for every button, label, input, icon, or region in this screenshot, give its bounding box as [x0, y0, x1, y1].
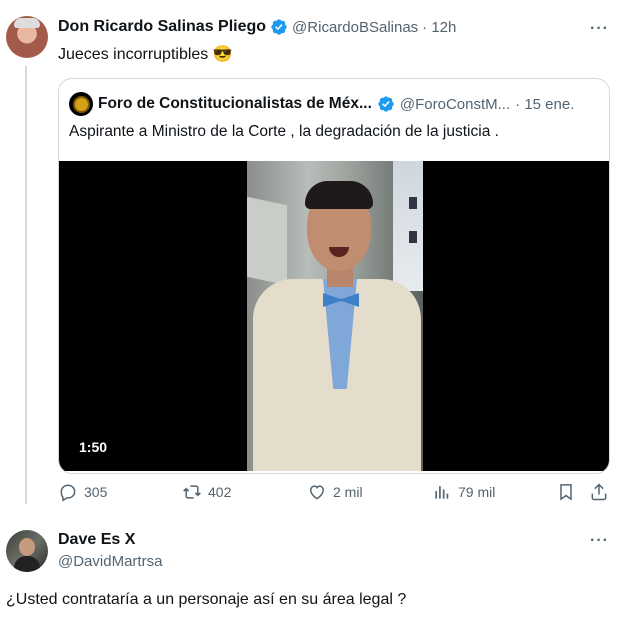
analytics-icon — [435, 486, 449, 499]
views-count: 79 mil — [458, 484, 496, 500]
retweet-count: 402 — [208, 484, 232, 500]
quoted-tweet-text: Aspirante a Ministro de la Corte , la de… — [69, 123, 499, 140]
tweet-text: Jueces incorruptibles 😎 — [58, 46, 233, 63]
reply-icon — [60, 484, 76, 502]
thread-connector-line — [25, 66, 27, 504]
quoted-author-handle: @ForoConstM... — [399, 95, 511, 113]
tweet-author-handle[interactable]: @RicardoBSalinas — [292, 19, 418, 36]
like-button[interactable]: 2 mil — [307, 482, 363, 502]
reply-more-icon[interactable]: ··· — [590, 532, 609, 550]
tweet-time[interactable]: · 12h — [422, 19, 456, 36]
retweet-button[interactable]: 402 — [182, 482, 231, 502]
heart-icon — [309, 485, 325, 500]
quoted-author-name: Foro de Constitucionalistas de Méx... — [98, 95, 372, 112]
quoted-tweet-card[interactable]: Foro de Constitucionalistas de Méx... @F… — [58, 78, 610, 474]
reply-text: ¿Usted contrataría a un personaje así en… — [6, 591, 407, 608]
quoted-verified-badge-icon — [378, 96, 394, 112]
avatar-dave[interactable] — [6, 530, 48, 572]
reply-author-handle[interactable]: @DavidMartrsa — [58, 553, 162, 570]
video-frame-image — [247, 161, 423, 471]
share-icon — [591, 483, 607, 501]
bookmark-button[interactable] — [556, 482, 576, 502]
like-count: 2 mil — [333, 484, 363, 500]
tweet-author-name[interactable]: Don Ricardo Salinas Pliego — [58, 18, 266, 36]
video-player[interactable]: 1:50 — [59, 161, 609, 471]
quoted-time: · 15 ene. — [515, 95, 575, 113]
reply-count: 305 — [84, 484, 108, 500]
retweet-icon — [183, 485, 201, 499]
tweet-more-icon[interactable]: ··· — [590, 20, 609, 38]
video-duration: 1:50 — [79, 439, 108, 455]
reply-button[interactable]: 305 — [58, 482, 107, 502]
verified-badge-icon — [271, 19, 287, 35]
bookmark-icon — [560, 484, 572, 501]
avatar-foro — [69, 92, 93, 116]
views-button[interactable]: 79 mil — [432, 482, 495, 502]
share-button[interactable] — [589, 482, 609, 502]
avatar-ricardo[interactable] — [6, 16, 48, 58]
reply-author-name[interactable]: Dave Es X — [58, 531, 135, 549]
